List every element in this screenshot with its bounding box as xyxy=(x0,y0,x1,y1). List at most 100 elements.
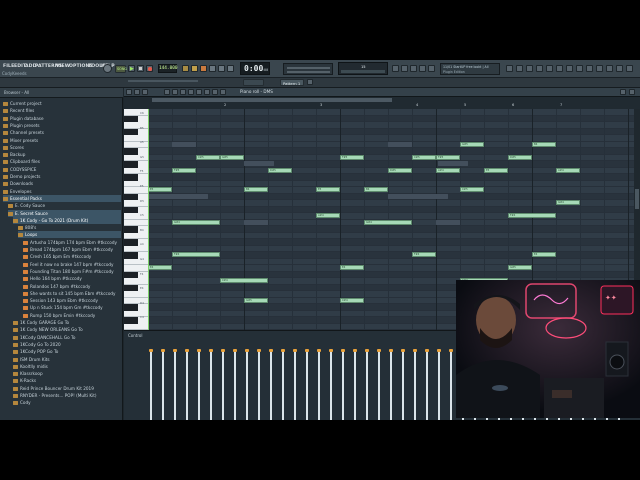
velocity-handle[interactable] xyxy=(305,349,309,352)
black-key[interactable] xyxy=(124,148,138,155)
piano-roll-icon[interactable] xyxy=(401,65,408,72)
midi-note[interactable]: G#5 xyxy=(220,154,244,160)
brush-icon[interactable] xyxy=(172,89,178,95)
velocity-bar[interactable] xyxy=(378,351,380,420)
velocity-bar[interactable] xyxy=(150,351,152,420)
midi-note[interactable]: F#5 xyxy=(436,154,460,160)
velocity-handle[interactable] xyxy=(413,349,417,352)
velocity-handle[interactable] xyxy=(449,349,453,352)
velocity-bar[interactable] xyxy=(270,351,272,420)
midi-note[interactable]: C#4 xyxy=(220,278,268,283)
midi-note[interactable]: E5 xyxy=(316,187,340,192)
pencil-icon[interactable] xyxy=(164,89,170,95)
browser-sample-item[interactable]: Feel it now no brake 147 bpm #tkccody xyxy=(23,261,121,268)
velocity-handle[interactable] xyxy=(425,349,429,352)
browser-folder-item[interactable]: 1K Cody NEW ORLEANS Go To xyxy=(13,326,121,333)
browser-folder-item[interactable]: E. Cody Sauce xyxy=(8,202,121,209)
browser-folder-item[interactable]: Plugin database xyxy=(3,115,121,122)
timeline-overview[interactable]: 2 3 4 5 6 7 xyxy=(124,97,640,109)
mute-icon[interactable] xyxy=(188,89,194,95)
browser-sample-item[interactable]: Rolandos 147 bpm #tkccody xyxy=(23,283,121,290)
midi-note[interactable]: A#4 xyxy=(316,213,340,218)
velocity-bar[interactable] xyxy=(306,351,308,420)
velocity-bar[interactable] xyxy=(366,351,368,420)
record-icon[interactable] xyxy=(146,65,153,72)
velocity-handle[interactable] xyxy=(209,349,213,352)
browser-folder-item[interactable]: 1KCody Go To 2020 xyxy=(13,341,121,348)
loop-record-icon[interactable] xyxy=(218,65,225,72)
maximize-icon[interactable] xyxy=(586,65,593,72)
browser-folder-item[interactable]: Recent files xyxy=(3,107,121,114)
browser-folder-item[interactable]: Demo projects xyxy=(3,173,121,180)
pattern-select[interactable]: Pattern 1 xyxy=(280,79,304,86)
velocity-bar[interactable] xyxy=(342,351,344,420)
stop-icon[interactable] xyxy=(137,65,144,72)
minimize-icon[interactable] xyxy=(576,65,583,72)
browser-folder-item[interactable]: 808's xyxy=(18,224,121,231)
browser-folder-item[interactable]: 1KCody DANCEHALL Go To xyxy=(13,334,121,341)
browser-folder-item[interactable]: Channel presets xyxy=(3,129,121,136)
browser-title[interactable]: Browser - All xyxy=(4,90,29,95)
help-icon[interactable] xyxy=(596,65,603,72)
select-icon[interactable] xyxy=(204,89,210,95)
velocity-bar[interactable] xyxy=(222,351,224,420)
velocity-bar[interactable] xyxy=(426,351,428,420)
piano-roll-menu-icon[interactable] xyxy=(126,89,132,95)
browser-icon[interactable] xyxy=(428,65,435,72)
browser-folder-item[interactable]: Cody xyxy=(13,399,121,406)
online-icon[interactable] xyxy=(556,65,563,72)
black-key[interactable] xyxy=(124,161,138,168)
browser-folder-item[interactable]: Backup xyxy=(3,151,121,158)
midi-note[interactable]: B4 xyxy=(364,187,388,192)
mixer-icon[interactable] xyxy=(419,65,426,72)
browser-sample-item[interactable]: Session 143 bpm Ebm #tkccody xyxy=(23,297,121,304)
menu-view[interactable]: VIEW xyxy=(56,63,70,70)
play-pattern-icon[interactable] xyxy=(142,89,148,95)
browser-folder-item[interactable]: Reid Prince Bouncer Drum Kit 2019 xyxy=(13,385,121,392)
browser-folder-item[interactable]: Clipboard files xyxy=(3,158,121,165)
velocity-bar[interactable] xyxy=(390,351,392,420)
browser-folder-item[interactable]: Envelopes xyxy=(3,188,121,195)
browser-folder-item[interactable]: Plugin presets xyxy=(3,122,121,129)
black-key[interactable] xyxy=(124,317,138,324)
velocity-bar[interactable] xyxy=(438,351,440,420)
black-key[interactable] xyxy=(124,115,138,122)
velocity-handle[interactable] xyxy=(233,349,237,352)
tempo-display[interactable]: 144.000 xyxy=(158,64,178,73)
blend-icon[interactable] xyxy=(209,65,216,72)
piano-keyboard[interactable]: C6 B5 A5 G5 F5 E5 D5 C5 B4 A4 G4 F4 E4 D4 C4 xyxy=(124,109,148,330)
browser-folder-item[interactable]: 1KCody POP Go To xyxy=(13,348,121,355)
black-key[interactable] xyxy=(124,226,138,233)
slice-icon[interactable] xyxy=(196,89,202,95)
velocity-handle[interactable] xyxy=(281,349,285,352)
midi-note[interactable]: E4 xyxy=(340,265,364,270)
playhead[interactable] xyxy=(148,109,149,330)
midi-note[interactable]: A#4 xyxy=(436,167,460,173)
browser-sample-item[interactable]: Hello 164 bpm #tkccody xyxy=(23,275,121,282)
black-key[interactable] xyxy=(124,271,138,278)
tempo-tap-icon[interactable] xyxy=(526,65,533,72)
velocity-handle[interactable] xyxy=(437,349,441,352)
zoom-icon[interactable] xyxy=(212,89,218,95)
midi-note[interactable]: F#4 xyxy=(172,252,220,257)
browser-folder-item[interactable]: E. Secret Sauce xyxy=(8,209,121,217)
velocity-handle[interactable] xyxy=(185,349,189,352)
browser-sample-item[interactable]: Bread 174bpm 167 bpm Ebm #tkccody xyxy=(23,246,121,253)
browser-folder-item[interactable]: Downloads xyxy=(3,180,121,187)
piano-roll-close-icon[interactable] xyxy=(629,89,635,95)
browser-folder-item[interactable]: Current project xyxy=(3,100,121,107)
transport-knob-icon[interactable] xyxy=(103,64,112,73)
delete-icon[interactable] xyxy=(180,89,186,95)
midi-note[interactable]: F#4 xyxy=(412,252,436,257)
velocity-bar[interactable] xyxy=(450,351,452,420)
black-key[interactable] xyxy=(124,252,138,259)
black-key[interactable] xyxy=(124,193,138,200)
midi-note[interactable]: C#5 xyxy=(412,154,436,160)
browser-folder-item[interactable]: Loops xyxy=(18,231,121,239)
velocity-bar[interactable] xyxy=(258,351,260,420)
pat-song-toggle[interactable]: SONG xyxy=(115,65,127,73)
browser-sample-item[interactable]: Founding Titan 180 bpm F#m #tkccody xyxy=(23,268,121,275)
metronome-icon[interactable] xyxy=(182,65,189,72)
midi-note[interactable]: E5 xyxy=(484,167,508,173)
play-icon[interactable]: ▶ xyxy=(128,65,135,72)
